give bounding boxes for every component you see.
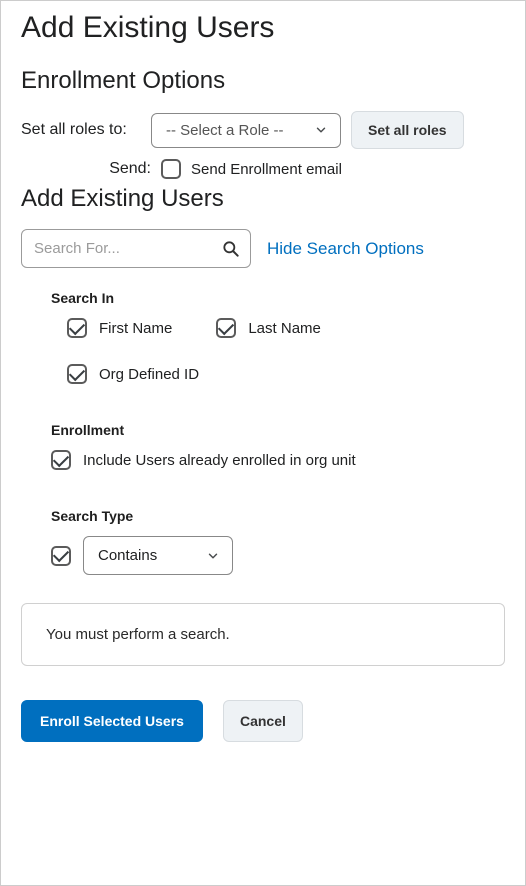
include-enrolled-checkbox[interactable]	[51, 450, 71, 470]
send-row: Send: Send Enrollment email	[106, 159, 505, 179]
include-enrolled-label: Include Users already enrolled in org un…	[83, 452, 356, 469]
search-type-label: Search Type	[51, 508, 505, 524]
last-name-checkbox[interactable]	[216, 318, 236, 338]
org-defined-option: Org Defined ID	[67, 364, 505, 384]
search-type-checkbox[interactable]	[51, 546, 71, 566]
last-name-label: Last Name	[248, 320, 321, 337]
role-select-value: -- Select a Role --	[166, 122, 284, 139]
org-defined-label: Org Defined ID	[99, 366, 199, 383]
role-select[interactable]: -- Select a Role --	[151, 113, 341, 148]
search-notice: You must perform a search.	[21, 603, 505, 666]
page-container: Add Existing Users Enrollment Options Se…	[0, 0, 526, 886]
enroll-selected-button[interactable]: Enroll Selected Users	[21, 700, 203, 742]
set-roles-label: Set all roles to:	[21, 121, 141, 139]
search-type-select[interactable]: Contains	[83, 536, 233, 575]
search-input[interactable]	[21, 229, 251, 268]
set-roles-row: Set all roles to: -- Select a Role -- Se…	[21, 111, 505, 149]
first-name-option: First Name	[67, 318, 172, 338]
chevron-down-icon	[206, 549, 220, 563]
search-type-block: Search Type Contains	[51, 508, 505, 575]
send-email-checkbox[interactable]	[161, 159, 181, 179]
first-name-label: First Name	[99, 320, 172, 337]
search-type-row: Contains	[51, 536, 505, 575]
set-all-roles-button[interactable]: Set all roles	[351, 111, 464, 149]
page-title: Add Existing Users	[21, 11, 505, 45]
chevron-down-icon	[314, 123, 328, 137]
search-type-value: Contains	[98, 547, 157, 564]
search-row: Hide Search Options	[21, 229, 505, 268]
first-name-checkbox[interactable]	[67, 318, 87, 338]
search-in-block: Search In First Name Last Name Org Defin…	[51, 290, 505, 384]
footer-buttons: Enroll Selected Users Cancel	[21, 700, 505, 742]
enrollment-label: Enrollment	[51, 422, 505, 438]
send-label: Send:	[106, 160, 151, 178]
add-existing-heading: Add Existing Users	[21, 185, 505, 213]
send-email-label: Send Enrollment email	[191, 161, 342, 178]
search-box	[21, 229, 251, 268]
search-icon[interactable]	[221, 239, 241, 259]
include-enrolled-option: Include Users already enrolled in org un…	[51, 450, 505, 470]
org-defined-checkbox[interactable]	[67, 364, 87, 384]
enrollment-block: Enrollment Include Users already enrolle…	[51, 422, 505, 470]
search-in-label: Search In	[51, 290, 505, 306]
hide-search-options-link[interactable]: Hide Search Options	[267, 239, 424, 259]
enrollment-options-heading: Enrollment Options	[21, 67, 505, 95]
last-name-option: Last Name	[216, 318, 321, 338]
cancel-button[interactable]: Cancel	[223, 700, 303, 742]
